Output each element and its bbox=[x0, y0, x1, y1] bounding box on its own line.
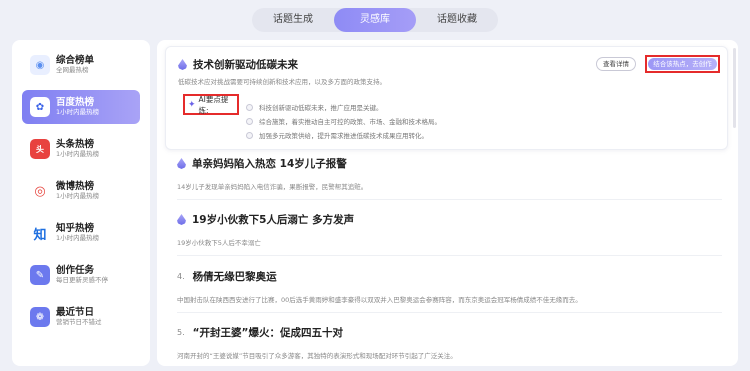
tab-inspiration[interactable]: 灵感库 bbox=[334, 8, 416, 32]
drop-icon bbox=[178, 59, 187, 70]
sidebar-item-sub: 1小时内最热榜 bbox=[56, 191, 100, 200]
list-item: 科技创新驱动低碳未来，推广应用是关键。 bbox=[246, 100, 441, 114]
calendar-icon: ❁ bbox=[30, 307, 50, 327]
divider bbox=[177, 255, 722, 256]
toutiao-icon: 头 bbox=[30, 139, 50, 159]
divider bbox=[177, 312, 722, 313]
point-text: 综合施策，着实推动自主可控的政策、市场、金融和技术格局。 bbox=[259, 118, 441, 126]
sidebar-item-sub: 营销节日不错过 bbox=[56, 317, 102, 326]
drop-icon bbox=[177, 214, 186, 225]
scrollbar[interactable] bbox=[733, 48, 736, 128]
sidebar: ◉ 综合榜单 全网最热榜 ✿ 百度热榜 1小时内最热榜 头 头条热榜 1小时内最热榜 … bbox=[12, 40, 150, 366]
sidebar-item-toutiao[interactable]: 头 头条热榜 1小时内最热榜 bbox=[22, 132, 140, 166]
topic-card[interactable]: 5. “开封王婆”爆火：促成四五十对 河南开封的“王婆说媒”节目吸引了众多游客，其… bbox=[177, 325, 717, 360]
ai-summary-points: 科技创新驱动低碳未来，推广应用是关键。 综合施策，着实推动自主可控的政策、市场、… bbox=[246, 100, 441, 142]
topic-rank: 4. bbox=[177, 272, 185, 281]
zhihu-icon: 知 bbox=[30, 223, 50, 243]
drop-icon bbox=[177, 158, 186, 169]
topic-rank: 5. bbox=[177, 328, 185, 337]
topic-desc: 19岁小伙救下5人后不幸溺亡 bbox=[177, 239, 261, 247]
create-highlight-box: 结合该热点，去创作 bbox=[645, 55, 720, 73]
topic-desc: 中国射击队在陕西西安进行了比赛，00后选手黄雨婷和盛李豪得以双双并入巴黎奥运会参… bbox=[177, 296, 582, 304]
sidebar-item-sub: 每日更新灵感不停 bbox=[56, 275, 108, 284]
list-item: 加强多元政策供给，提升需求推进低碳技术成果应用转化。 bbox=[246, 128, 441, 142]
topic-card[interactable]: 4. 杨倩无缘巴黎奥运 中国射击队在陕西西安进行了比赛，00后选手黄雨婷和盛李豪得… bbox=[177, 269, 717, 304]
sidebar-item-overall[interactable]: ◉ 综合榜单 全网最热榜 bbox=[22, 48, 140, 82]
topic-title: 杨倩无缘巴黎奥运 bbox=[192, 271, 277, 283]
topic-desc: 低碳技术应对挑战需要可持续创新和技术应用，以及多方面的政策支持。 bbox=[178, 78, 386, 86]
topic-title: 技术创新驱动低碳未来 bbox=[193, 59, 298, 71]
sidebar-item-sub: 1小时内最热榜 bbox=[56, 233, 100, 242]
sidebar-item-festivals[interactable]: ❁ 最近节日 营销节日不错过 bbox=[22, 300, 140, 334]
task-icon: ✎ bbox=[30, 265, 50, 285]
sidebar-item-sub: 1小时内最热榜 bbox=[56, 107, 100, 116]
tab-topic-favorites[interactable]: 话题收藏 bbox=[416, 8, 498, 32]
bullet-icon bbox=[246, 103, 253, 111]
sparkle-icon: ✦ bbox=[188, 99, 196, 110]
topic-title: 19岁小伙救下5人后溺亡 多方发声 bbox=[192, 214, 355, 226]
sidebar-item-creation-task[interactable]: ✎ 创作任务 每日更新灵感不停 bbox=[22, 258, 140, 292]
topic-list-panel: 技术创新驱动低碳未来 低碳技术应对挑战需要可持续创新和技术应用，以及多方面的政策… bbox=[157, 40, 738, 366]
topic-card[interactable]: 单亲妈妈陷入热恋 14岁儿子报警 14岁儿子发现单亲妈妈陷入电信诈骗，果断报警，… bbox=[177, 156, 717, 191]
point-text: 加强多元政策供给，提升需求推进低碳技术成果应用转化。 bbox=[259, 132, 428, 140]
tab-topic-generate[interactable]: 话题生成 bbox=[252, 8, 334, 32]
view-detail-button[interactable]: 查看详情 bbox=[596, 57, 636, 71]
ai-summary-label: AI要点提炼: bbox=[198, 94, 229, 115]
topic-card-featured[interactable]: 技术创新驱动低碳未来 低碳技术应对挑战需要可持续创新和技术应用，以及多方面的政策… bbox=[165, 46, 728, 150]
create-with-topic-button[interactable]: 结合该热点，去创作 bbox=[648, 58, 717, 70]
sidebar-item-sub: 1小时内最热榜 bbox=[56, 149, 100, 158]
top-tab-bar: 话题生成 灵感库 话题收藏 bbox=[252, 8, 498, 32]
sidebar-item-baidu[interactable]: ✿ 百度热榜 1小时内最热榜 bbox=[22, 90, 140, 124]
bullet-icon bbox=[246, 117, 253, 125]
topic-desc: 河南开封的“王婆说媒”节目吸引了众多游客，其独特的表演形式和现场配对环节引起了广… bbox=[177, 352, 457, 360]
sidebar-item-zhihu[interactable]: 知 知乎热榜 1小时内最热榜 bbox=[22, 216, 140, 250]
topic-title: 单亲妈妈陷入热恋 14岁儿子报警 bbox=[192, 158, 347, 170]
list-item: 综合施策，着实推动自主可控的政策、市场、金融和技术格局。 bbox=[246, 114, 441, 128]
topic-card[interactable]: 19岁小伙救下5人后溺亡 多方发声 19岁小伙救下5人后不幸溺亡 bbox=[177, 212, 717, 247]
medal-icon: ◉ bbox=[30, 55, 50, 75]
divider bbox=[177, 199, 722, 200]
sidebar-item-sub: 全网最热榜 bbox=[56, 65, 89, 74]
baidu-paw-icon: ✿ bbox=[30, 97, 50, 117]
ai-summary-highlight-box: ✦ AI要点提炼: bbox=[183, 94, 239, 115]
sidebar-item-weibo[interactable]: ◎ 微博热榜 1小时内最热榜 bbox=[22, 174, 140, 208]
topic-desc: 14岁儿子发现单亲妈妈陷入电信诈骗，果断报警，民警帮其追赃。 bbox=[177, 183, 368, 191]
weibo-icon: ◎ bbox=[30, 181, 50, 201]
bullet-icon bbox=[246, 131, 253, 139]
topic-title: “开封王婆”爆火：促成四五十对 bbox=[192, 327, 343, 339]
point-text: 科技创新驱动低碳未来，推广应用是关键。 bbox=[259, 104, 383, 112]
